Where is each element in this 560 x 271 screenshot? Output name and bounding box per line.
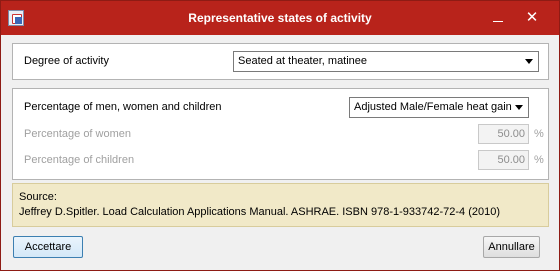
accept-button[interactable]: Accettare bbox=[13, 236, 83, 258]
window-title: Representative states of activity bbox=[188, 11, 372, 25]
dialog-window: Representative states of activity ✕ Degr… bbox=[0, 0, 560, 271]
minimize-icon bbox=[493, 21, 503, 22]
source-box: Source: Jeffrey D.Spitler. Load Calculat… bbox=[12, 183, 549, 227]
chevron-down-icon bbox=[525, 59, 533, 64]
cancel-button[interactable]: Annullare bbox=[483, 236, 540, 258]
women-unit: % bbox=[534, 128, 544, 140]
composition-panel: Percentage of men, women and children Ad… bbox=[12, 88, 549, 180]
children-unit: % bbox=[534, 154, 544, 166]
composition-select-value: Adjusted Male/Female heat gain bbox=[354, 101, 512, 113]
activity-label: Degree of activity bbox=[24, 55, 109, 67]
women-label: Percentage of women bbox=[24, 128, 132, 140]
women-input[interactable]: 50.00 bbox=[478, 124, 529, 144]
minimize-button[interactable] bbox=[487, 8, 509, 28]
activity-panel: Degree of activity Seated at theater, ma… bbox=[12, 43, 549, 80]
activity-select-value: Seated at theater, matinee bbox=[238, 55, 368, 67]
source-heading: Source: bbox=[19, 191, 57, 203]
activity-select[interactable]: Seated at theater, matinee bbox=[233, 51, 539, 72]
close-button[interactable]: ✕ bbox=[521, 8, 543, 28]
composition-label: Percentage of men, women and children bbox=[24, 101, 222, 113]
source-text: Jeffrey D.Spitler. Load Calculation Appl… bbox=[19, 206, 501, 218]
chevron-down-icon bbox=[515, 105, 523, 110]
children-input[interactable]: 50.00 bbox=[478, 150, 529, 170]
children-label: Percentage of children bbox=[24, 154, 135, 166]
title-bar[interactable]: Representative states of activity ✕ bbox=[1, 1, 559, 35]
composition-select[interactable]: Adjusted Male/Female heat gain bbox=[349, 97, 529, 118]
